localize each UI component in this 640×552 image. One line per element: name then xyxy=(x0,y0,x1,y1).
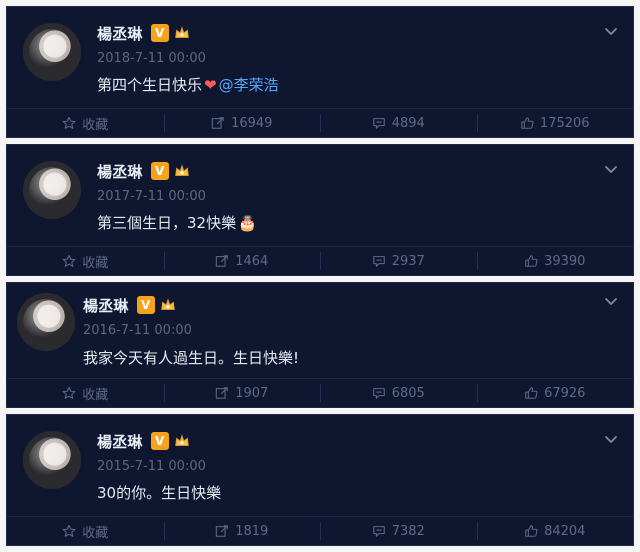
favorite-label: 收藏 xyxy=(82,117,109,133)
user-name[interactable]: 楊丞琳 xyxy=(83,295,129,316)
repost-button[interactable]: 1464 xyxy=(163,247,321,275)
post-timestamp[interactable]: 2015-7-11 00:00 xyxy=(97,459,206,474)
avatar[interactable] xyxy=(23,23,81,81)
user-name[interactable]: 楊丞琳 xyxy=(97,431,143,452)
comment-icon xyxy=(372,256,385,267)
action-bar: 收藏 1819 7382 84204 xyxy=(7,516,633,545)
like-button[interactable]: 175206 xyxy=(476,109,634,137)
repost-icon xyxy=(211,117,224,129)
verified-badge: V xyxy=(150,162,169,180)
post-text: 30的你。生日快樂 xyxy=(97,482,221,503)
repost-icon xyxy=(215,387,228,399)
verified-badge: V xyxy=(136,296,155,314)
like-button[interactable]: 67926 xyxy=(476,379,634,407)
crown-icon xyxy=(174,434,189,446)
repost-button[interactable]: 1907 xyxy=(163,379,321,407)
verified-badge: V xyxy=(150,24,169,42)
star-icon xyxy=(62,116,76,129)
favorite-button[interactable]: 收藏 xyxy=(7,247,164,275)
like-icon xyxy=(525,255,538,267)
action-bar: 收藏 1907 6805 67926 xyxy=(7,378,633,407)
favorite-button[interactable]: 收藏 xyxy=(7,379,164,407)
comment-count: 2937 xyxy=(391,253,425,269)
user-row: 楊丞琳 V xyxy=(97,431,191,451)
repost-count: 1907 xyxy=(235,385,269,401)
repost-button[interactable]: 16949 xyxy=(163,109,321,137)
favorite-label: 收藏 xyxy=(82,525,109,541)
post-timestamp[interactable]: 2017-7-11 00:00 xyxy=(97,189,206,204)
favorite-label: 收藏 xyxy=(82,255,109,271)
user-row: 楊丞琳 V xyxy=(83,295,177,315)
avatar[interactable] xyxy=(23,431,81,489)
crown-icon xyxy=(160,298,175,310)
chevron-down-icon[interactable] xyxy=(603,431,619,447)
crown-icon xyxy=(174,164,189,176)
weibo-post-card: 楊丞琳 V 2016-7-11 00:00 我家今天有人過生日。生日快樂! 收藏… xyxy=(6,282,634,408)
mention-link[interactable]: @李荣浩 xyxy=(219,76,279,94)
comment-button[interactable]: 7382 xyxy=(320,517,477,545)
star-icon xyxy=(62,254,76,267)
repost-icon xyxy=(215,525,228,537)
chevron-down-icon[interactable] xyxy=(603,161,619,177)
like-count: 67926 xyxy=(544,385,586,401)
user-name[interactable]: 楊丞琳 xyxy=(97,23,143,44)
post-text-body: 第三個生日，32快樂 xyxy=(97,214,237,232)
like-button[interactable]: 84204 xyxy=(476,517,634,545)
repost-icon xyxy=(215,255,228,267)
comment-icon xyxy=(372,118,385,129)
weibo-post-card: 楊丞琳 V 2015-7-11 00:00 30的你。生日快樂 收藏 1819 … xyxy=(6,414,634,546)
like-icon xyxy=(525,387,538,399)
crown-icon xyxy=(174,26,189,38)
comment-count: 6805 xyxy=(391,385,425,401)
post-timestamp[interactable]: 2016-7-11 00:00 xyxy=(83,323,192,338)
user-row: 楊丞琳 V xyxy=(97,23,191,43)
like-count: 84204 xyxy=(544,523,586,539)
repost-count: 1819 xyxy=(235,523,269,539)
user-row: 楊丞琳 V xyxy=(97,161,191,181)
weibo-post-card: 楊丞琳 V 2018-7-11 00:00 第四个生日快乐 ❤ @李荣浩 收藏 16… xyxy=(6,6,634,138)
star-icon xyxy=(62,386,76,399)
post-timestamp[interactable]: 2018-7-11 00:00 xyxy=(97,51,206,66)
comment-count: 4894 xyxy=(391,115,425,131)
repost-count: 1464 xyxy=(235,253,269,269)
action-bar: 收藏 1464 2937 39390 xyxy=(7,246,633,275)
chevron-down-icon[interactable] xyxy=(603,293,619,309)
favorite-label: 收藏 xyxy=(82,387,109,403)
post-text-body: 30的你。生日快樂 xyxy=(97,484,222,502)
comment-icon xyxy=(372,526,385,537)
action-bar: 收藏 16949 4894 175206 xyxy=(7,108,633,137)
like-icon xyxy=(525,525,538,537)
cake-icon: 🎂 xyxy=(238,214,257,232)
like-button[interactable]: 39390 xyxy=(476,247,634,275)
repost-button[interactable]: 1819 xyxy=(163,517,321,545)
repost-count: 16949 xyxy=(231,115,273,131)
like-count: 39390 xyxy=(544,253,586,269)
verified-badge: V xyxy=(150,432,169,450)
chevron-down-icon[interactable] xyxy=(603,23,619,39)
comment-button[interactable]: 4894 xyxy=(320,109,477,137)
favorite-button[interactable]: 收藏 xyxy=(7,109,164,137)
like-icon xyxy=(521,117,534,129)
comment-button[interactable]: 2937 xyxy=(320,247,477,275)
comment-button[interactable]: 6805 xyxy=(320,379,477,407)
post-text: 我家今天有人過生日。生日快樂! xyxy=(83,347,299,368)
star-icon xyxy=(62,524,76,537)
like-count: 175206 xyxy=(539,115,590,131)
user-name[interactable]: 楊丞琳 xyxy=(97,161,143,182)
comment-icon xyxy=(372,388,385,399)
favorite-button[interactable]: 收藏 xyxy=(7,517,164,545)
comment-count: 7382 xyxy=(391,523,425,539)
heart-icon: ❤ xyxy=(204,76,217,94)
avatar[interactable] xyxy=(17,293,75,351)
post-text: 第四个生日快乐 ❤ @李荣浩 xyxy=(97,74,279,95)
post-text-body: 第四个生日快乐 xyxy=(97,76,203,94)
avatar[interactable] xyxy=(23,161,81,219)
weibo-post-card: 楊丞琳 V 2017-7-11 00:00 第三個生日，32快樂 🎂 收藏 146… xyxy=(6,144,634,276)
post-text: 第三個生日，32快樂 🎂 xyxy=(97,212,257,233)
post-text-body: 我家今天有人過生日。生日快樂! xyxy=(83,349,300,367)
